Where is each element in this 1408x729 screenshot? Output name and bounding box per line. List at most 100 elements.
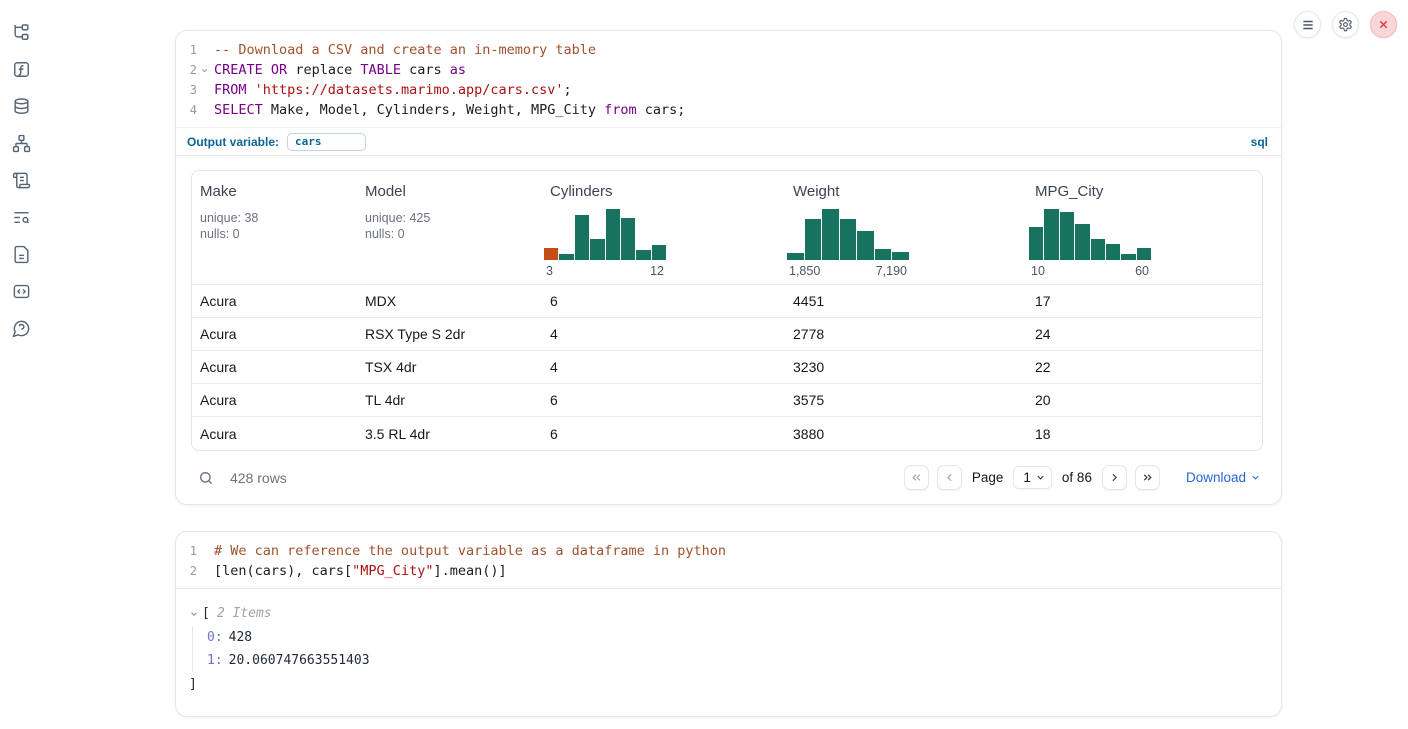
table-cell: 3880 — [785, 426, 1027, 442]
table-row[interactable]: AcuraTSX 4dr4323022 — [192, 351, 1262, 384]
table-cell: TSX 4dr — [357, 359, 542, 375]
tree-entry-value: 20.060747663551403 — [229, 653, 370, 668]
page-select[interactable]: 1 — [1013, 466, 1052, 489]
line-number: 4 — [176, 100, 197, 120]
histogram-bar — [1029, 227, 1043, 260]
functions-icon[interactable] — [11, 59, 31, 79]
tree-collapse-caret-icon[interactable] — [189, 609, 199, 619]
scratchpad-scroll-icon[interactable] — [11, 170, 31, 190]
next-page-button[interactable] — [1102, 465, 1127, 490]
histogram-range-labels: 1060 — [1029, 264, 1151, 278]
table-row[interactable]: AcuraTL 4dr6357520 — [192, 384, 1262, 417]
settings-gear-button[interactable] — [1332, 11, 1359, 38]
column-histogram: 1060 — [1029, 207, 1151, 278]
column-histogram: 312 — [544, 207, 666, 278]
table-header: Make unique: 38nulls: 0Modelunique: 425nu… — [192, 171, 1262, 285]
histogram-range-labels: 312 — [544, 264, 666, 278]
table-row[interactable]: AcuraRSX Type S 2dr4277824 — [192, 318, 1262, 351]
code-line[interactable]: 2CREATE OR replace TABLE cars as — [176, 60, 1281, 80]
table-row[interactable]: AcuraMDX6445117 — [192, 285, 1262, 318]
code-line[interactable]: 1 # We can reference the output variable … — [176, 541, 1281, 561]
code-line[interactable]: 3FROM 'https://datasets.marimo.app/cars.… — [176, 80, 1281, 100]
output-variable-label: Output variable: — [187, 135, 279, 149]
sql-code-editor[interactable]: 1-- Download a CSV and create an in-memo… — [176, 31, 1281, 127]
table-cell: 4 — [542, 359, 785, 375]
histogram-bar — [805, 219, 822, 260]
menu-button[interactable] — [1294, 11, 1321, 38]
download-button[interactable]: Download — [1186, 470, 1261, 485]
output-variable-row: Output variable: sql — [176, 127, 1281, 155]
page-label: Page — [972, 470, 1004, 485]
python-cell: 1 # We can reference the output variable … — [175, 531, 1282, 717]
output-variable-input[interactable] — [287, 133, 366, 151]
code-text: SELECT Make, Model, Cylinders, Weight, M… — [212, 100, 685, 120]
histogram-bar — [621, 218, 635, 260]
tree-root: [ 2 Items — [189, 606, 1267, 621]
python-code-editor[interactable]: 1 # We can reference the output variable … — [176, 532, 1281, 588]
histogram-bar — [606, 209, 620, 260]
last-page-button[interactable] — [1135, 465, 1160, 490]
column-header-make[interactable]: Make unique: 38nulls: 0 — [192, 183, 357, 278]
line-number: 2 — [176, 60, 197, 80]
table-cell: 4451 — [785, 293, 1027, 309]
tree-entry-value: 428 — [229, 630, 252, 645]
tree-items-count: 2 Items — [217, 606, 272, 621]
help-icon[interactable] — [11, 318, 31, 338]
tree-entry: 1:20.060747663551403 — [207, 649, 1267, 672]
column-title: Make — [192, 183, 357, 200]
column-header-weight[interactable]: Weight 1,8507,190 — [785, 183, 1027, 278]
histogram-bar — [544, 248, 558, 260]
database-icon[interactable] — [11, 96, 31, 116]
table-cell: 4 — [542, 326, 785, 342]
table-search-icon[interactable] — [198, 470, 214, 486]
download-label: Download — [1186, 470, 1246, 485]
table-body: AcuraMDX6445117AcuraRSX Type S 2dr427782… — [192, 285, 1262, 450]
tree-entries: 0:4281:20.060747663551403 — [192, 626, 1267, 672]
histogram-bar — [840, 219, 857, 260]
tree-open-bracket: [ — [202, 606, 210, 621]
file-tree-icon[interactable] — [11, 22, 31, 42]
code-text: # We can reference the output variable a… — [212, 541, 726, 561]
table-cell: 3575 — [785, 392, 1027, 408]
line-number: 1 — [176, 541, 197, 561]
histogram-bar — [636, 250, 650, 260]
shutdown-close-button[interactable] — [1370, 11, 1397, 38]
histogram-bar — [590, 239, 604, 260]
fold-caret-icon[interactable] — [197, 60, 212, 80]
histogram-bar — [559, 254, 573, 260]
sql-cell: 1-- Download a CSV and create an in-memo… — [175, 30, 1282, 505]
table-cell: 2778 — [785, 326, 1027, 342]
column-header-mpg_city[interactable]: MPG_City1060 — [1027, 183, 1262, 278]
histogram-bar — [787, 253, 804, 260]
topbar-actions — [1294, 11, 1397, 38]
code-text: [len(cars), cars["MPG_City"].mean()] — [212, 561, 507, 581]
code-line[interactable]: 2[len(cars), cars["MPG_City"].mean()] — [176, 561, 1281, 581]
previous-page-button[interactable] — [937, 465, 962, 490]
table-row[interactable]: Acura3.5 RL 4dr6388018 — [192, 417, 1262, 450]
histogram-bar — [1137, 248, 1151, 260]
histogram-bar — [575, 215, 589, 260]
table-cell: Acura — [192, 392, 357, 408]
logs-search-icon[interactable] — [11, 207, 31, 227]
table-cell: 17 — [1027, 293, 1262, 309]
column-header-cylinders[interactable]: Cylinders312 — [542, 183, 785, 278]
column-stats: unique: 425nulls: 0 — [357, 210, 542, 242]
line-number: 3 — [176, 80, 197, 100]
page-total-label: of 86 — [1062, 470, 1092, 485]
documentation-icon[interactable] — [11, 244, 31, 264]
chevron-down-icon — [1250, 472, 1261, 483]
first-page-button[interactable] — [904, 465, 929, 490]
table-cell: 20 — [1027, 392, 1262, 408]
code-line[interactable]: 4 SELECT Make, Model, Cylinders, Weight, … — [176, 100, 1281, 120]
column-stats: unique: 38nulls: 0 — [192, 210, 357, 242]
column-header-model[interactable]: Modelunique: 425nulls: 0 — [357, 183, 542, 278]
dependency-graph-icon[interactable] — [11, 133, 31, 153]
table-cell: Acura — [192, 326, 357, 342]
histogram-range-labels: 1,8507,190 — [787, 264, 909, 278]
page-select-value: 1 — [1023, 470, 1031, 485]
snippets-icon[interactable] — [11, 281, 31, 301]
column-title: Weight — [785, 183, 1027, 200]
histogram-bar — [652, 245, 666, 260]
table-footer: 428 rows Page 1 of 86 — [191, 460, 1263, 496]
code-line[interactable]: 1-- Download a CSV and create an in-memo… — [176, 40, 1281, 60]
